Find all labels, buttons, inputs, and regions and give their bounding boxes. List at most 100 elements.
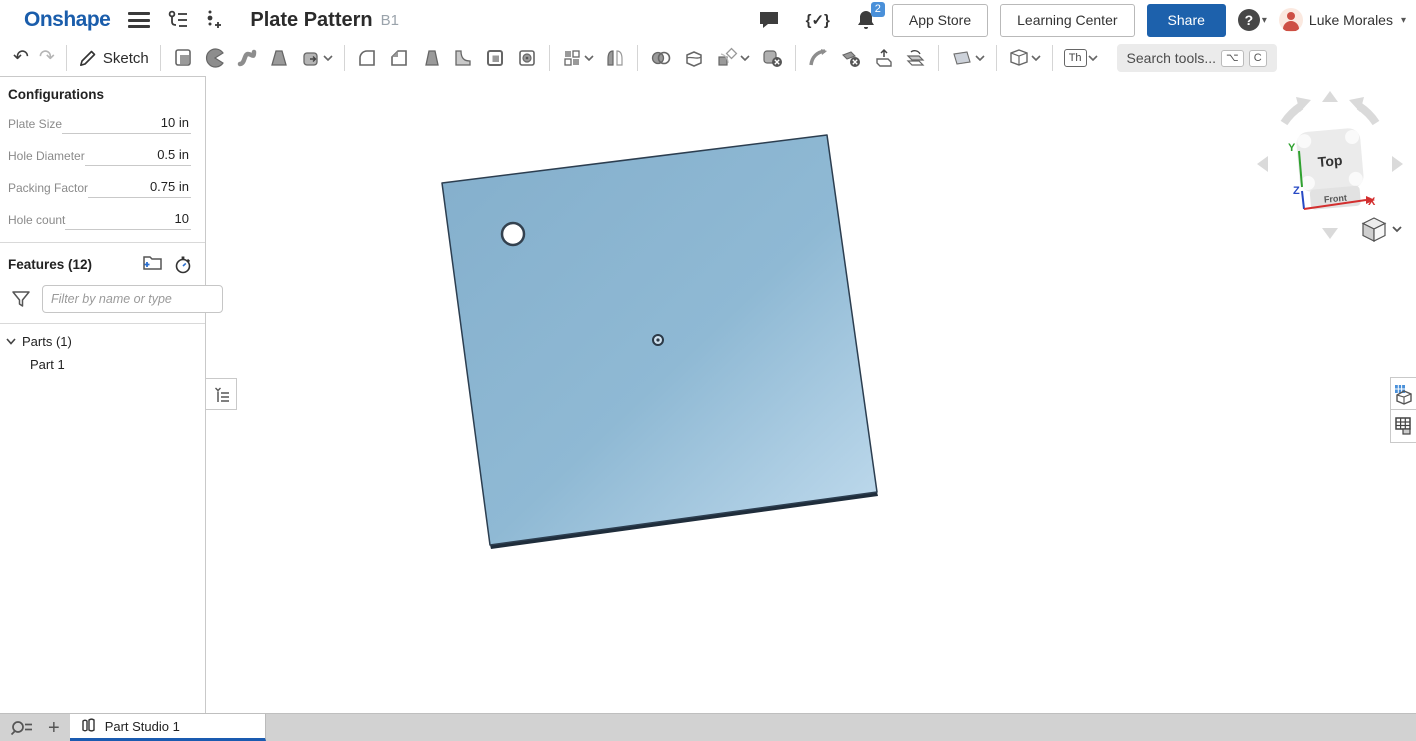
configuration-panel-button[interactable] — [1390, 377, 1416, 410]
fillet-button[interactable] — [351, 44, 383, 72]
delete-part-button[interactable] — [755, 44, 789, 72]
plate-part[interactable] — [442, 135, 878, 549]
part-tree-item[interactable]: Part 1 — [0, 353, 205, 376]
plate-center-mark[interactable] — [653, 335, 663, 345]
chamfer-icon — [388, 47, 410, 69]
features-title: Features (12) — [8, 257, 141, 272]
custom-tables-icon — [1393, 415, 1415, 437]
modify-fillet-button[interactable] — [802, 44, 834, 72]
feature-tree: Parts (1) Part 1 — [0, 323, 205, 376]
config-value-input[interactable]: 0.75 in — [88, 179, 191, 198]
plane-menu-caret-icon[interactable] — [975, 55, 985, 61]
model-canvas[interactable]: Top Front Y Z X — [0, 0, 1416, 741]
feature-script-check-icon[interactable]: {✓} — [806, 11, 830, 29]
redo-button[interactable]: ↷ — [34, 45, 60, 71]
extrude-button[interactable] — [167, 44, 199, 72]
learning-center-button[interactable]: Learning Center — [1000, 4, 1134, 37]
tab-part-studio-1[interactable]: Part Studio 1 — [70, 714, 266, 741]
replace-face-icon — [905, 47, 927, 69]
draft-button[interactable] — [415, 44, 447, 72]
transform-menu-caret-icon[interactable] — [740, 55, 750, 61]
boolean-button[interactable] — [644, 44, 678, 72]
config-value-input[interactable]: 10 in — [62, 115, 191, 134]
linear-pattern-button[interactable] — [556, 44, 599, 72]
versions-history-icon[interactable] — [166, 10, 190, 30]
help-icon[interactable]: ? — [1238, 9, 1260, 31]
view-options-button[interactable] — [1363, 218, 1401, 241]
mirror-button[interactable] — [599, 44, 631, 72]
transform-button[interactable] — [710, 44, 755, 72]
undo-button[interactable]: ↶ — [8, 45, 34, 71]
tab-label: Part Studio 1 — [105, 719, 180, 734]
user-menu[interactable]: Luke Morales ▾ — [1279, 8, 1406, 32]
document-title[interactable]: Plate Pattern — [250, 9, 372, 32]
configuration-panel-icon — [1393, 383, 1415, 405]
boolean-icon — [649, 47, 673, 69]
plane-button[interactable] — [945, 44, 990, 72]
config-value-input[interactable]: 0.5 in — [85, 147, 191, 166]
sketch-pencil-icon — [78, 48, 98, 68]
config-value-input[interactable]: 10 — [65, 211, 191, 230]
transform-icon — [715, 47, 739, 69]
section-view-button[interactable] — [1003, 44, 1046, 72]
search-tools-button[interactable]: Search tools... ⌥ C — [1117, 44, 1277, 72]
user-avatar — [1279, 8, 1303, 32]
custom-tables-button[interactable] — [1390, 410, 1416, 443]
shortcut-alt-key: ⌥ — [1221, 50, 1244, 67]
move-face-button[interactable] — [868, 44, 900, 72]
collapse-feature-list-button[interactable] — [206, 378, 237, 410]
share-button[interactable]: Share — [1147, 4, 1226, 37]
delete-face-button[interactable] — [834, 44, 868, 72]
sweep-button[interactable] — [231, 44, 263, 72]
rollback-history-icon[interactable] — [173, 253, 193, 275]
config-row-packing-factor: Packing Factor 0.75 in — [0, 174, 205, 202]
modify-fillet-icon — [807, 47, 829, 69]
axis-y-label: Y — [1288, 142, 1296, 154]
features-header: Features (12) — [0, 243, 205, 281]
chamfer-button[interactable] — [383, 44, 415, 72]
thicken-menu-caret-icon[interactable] — [323, 55, 333, 61]
help-menu[interactable]: ? ▾ — [1238, 9, 1267, 31]
add-tab-icon[interactable]: + — [48, 718, 60, 738]
config-row-plate-size: Plate Size 10 in — [0, 110, 205, 138]
rib-button[interactable] — [447, 44, 479, 72]
thicken-button[interactable] — [295, 44, 338, 72]
pattern-menu-caret-icon[interactable] — [584, 55, 594, 61]
split-button[interactable] — [678, 44, 710, 72]
notifications-bell-icon[interactable]: 2 — [856, 9, 876, 31]
view-options-caret-icon — [1393, 227, 1401, 231]
view-rotate-arcs[interactable] — [1284, 106, 1376, 123]
hole-icon — [516, 47, 538, 69]
hole-button[interactable] — [511, 44, 543, 72]
parts-group-row[interactable]: Parts (1) — [0, 330, 205, 353]
replace-face-button[interactable] — [900, 44, 932, 72]
feature-filter-input[interactable] — [42, 285, 223, 313]
view-cube-faces[interactable]: Top Front — [1296, 127, 1367, 210]
section-menu-caret-icon[interactable] — [1031, 55, 1041, 61]
redo-icon: ↷ — [39, 48, 55, 68]
search-tabs-icon[interactable] — [10, 719, 34, 737]
view-cube[interactable]: Top Front Y Z X — [1257, 91, 1403, 241]
insert-tool-icon[interactable] — [204, 9, 222, 31]
th-menu-caret-icon[interactable] — [1088, 55, 1098, 61]
fillet-icon — [356, 47, 378, 69]
filter-funnel-icon[interactable] — [10, 289, 32, 309]
right-panel-buttons — [1390, 377, 1416, 443]
main-menu-icon[interactable] — [128, 12, 150, 28]
shell-button[interactable] — [479, 44, 511, 72]
loft-button[interactable] — [263, 44, 295, 72]
sheet-metal-thickness-button[interactable]: Th — [1059, 46, 1103, 70]
document-version[interactable]: B1 — [381, 12, 399, 29]
create-folder-icon[interactable] — [141, 253, 163, 275]
config-label: Plate Size — [8, 117, 62, 134]
parts-group-label: Parts (1) — [22, 334, 72, 349]
app-store-button[interactable]: App Store — [892, 4, 988, 37]
onshape-logo[interactable]: Onshape — [24, 8, 110, 32]
move-face-icon — [873, 47, 895, 69]
sketch-button[interactable]: Sketch — [73, 45, 154, 71]
plate-hole[interactable] — [502, 223, 524, 245]
plane-icon — [950, 47, 974, 69]
revolve-button[interactable] — [199, 44, 231, 72]
comments-icon[interactable] — [758, 10, 780, 30]
feature-panel: Configurations Plate Size 10 in Hole Dia… — [0, 76, 206, 713]
